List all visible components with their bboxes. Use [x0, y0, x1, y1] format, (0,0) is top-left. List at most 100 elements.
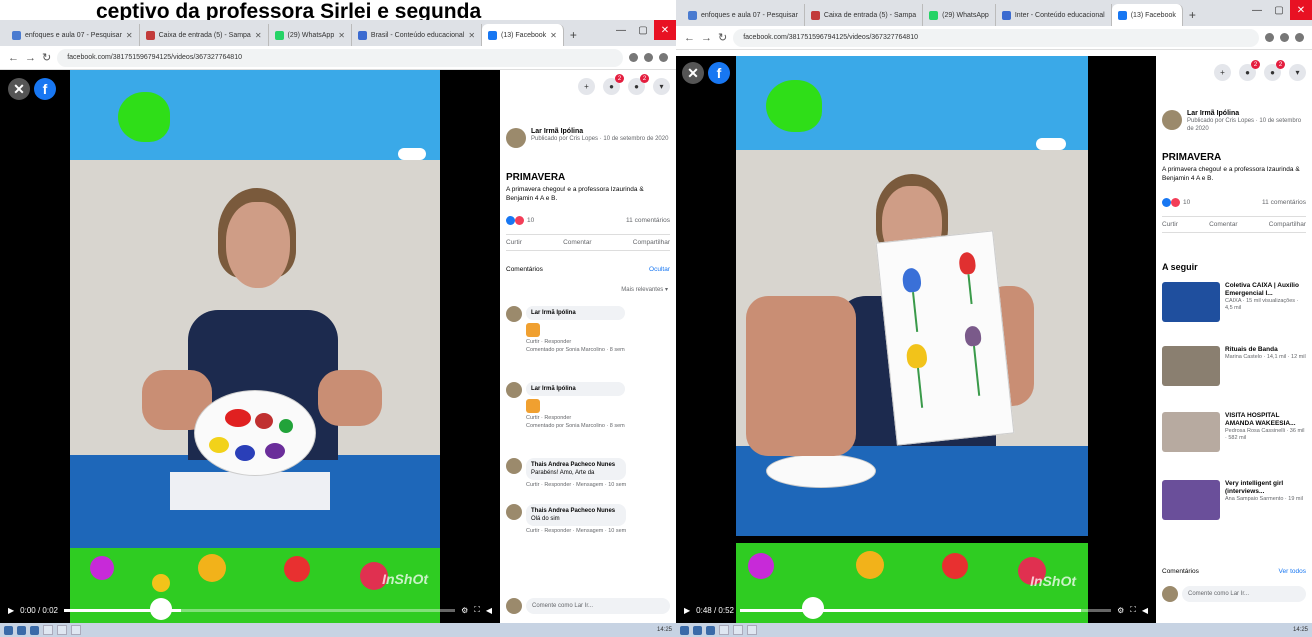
fullscreen-icon[interactable]: ⛶	[1130, 605, 1136, 615]
volume-icon[interactable]: ◀	[1142, 606, 1148, 615]
tab-mail[interactable]: Caixa de entrada (5) - Sampa ✕	[140, 24, 269, 46]
taskbar-app-icon[interactable]	[30, 625, 39, 635]
see-all-comments-link[interactable]: Ver todos	[1279, 568, 1306, 575]
avatar[interactable]	[506, 306, 522, 322]
new-tab-button[interactable]: +	[564, 24, 583, 46]
comment-reply[interactable]: Comentado por Sonia Marcolino · 8 sem	[526, 347, 625, 353]
share-button[interactable]: Compartilhar	[1269, 221, 1306, 228]
tab-whatsapp[interactable]: (29) WhatsApp ✕	[269, 24, 352, 46]
author-name[interactable]: Lar Irmã Ipólina	[531, 128, 668, 135]
reaction-count[interactable]: 10	[1183, 199, 1190, 206]
comment-button[interactable]: Comentar	[1209, 221, 1238, 228]
avatar[interactable]	[506, 504, 522, 520]
forward-icon[interactable]: →	[701, 32, 712, 44]
video-thumbnail[interactable]	[1162, 282, 1220, 322]
close-icon[interactable]: ✕	[682, 62, 704, 84]
tab-search[interactable]: enfoques e aula 07 - Pesquisar	[682, 4, 805, 26]
close-window-icon[interactable]: ✕	[1290, 0, 1312, 20]
menu-chevron-icon[interactable]: ▾	[653, 78, 670, 95]
taskbar-app-icon[interactable]	[706, 625, 715, 635]
extension-icon[interactable]	[644, 53, 653, 62]
tab-whatsapp[interactable]: (29) WhatsApp	[923, 4, 996, 26]
start-icon[interactable]	[4, 625, 13, 635]
taskbar-window[interactable]	[747, 625, 757, 635]
url-field[interactable]: facebook.com/381751596794125/videos/3673…	[57, 48, 623, 67]
video-thumbnail[interactable]	[1162, 412, 1220, 452]
like-button[interactable]: Curtir	[506, 239, 522, 246]
comment-button[interactable]: Comentar	[563, 239, 592, 246]
close-tab-icon[interactable]: ✕	[255, 31, 262, 40]
forward-icon[interactable]: →	[25, 52, 36, 64]
taskbar-window[interactable]	[733, 625, 743, 635]
facebook-logo-icon[interactable]: f	[708, 62, 730, 84]
reaction-count[interactable]: 10	[527, 217, 534, 224]
up-next-item[interactable]: Rituais de Banda Marina Castelo · 14,1 mi…	[1162, 346, 1306, 386]
new-tab-button[interactable]: +	[1183, 4, 1202, 26]
taskbar-window[interactable]	[43, 625, 53, 635]
comment-actions[interactable]: Curtir · Responder · Mensagem · 10 sem	[526, 528, 626, 534]
avatar[interactable]	[1162, 110, 1182, 130]
messenger-icon[interactable]: ● 2	[1239, 60, 1260, 81]
notifications-icon[interactable]: ● 2	[628, 74, 649, 95]
comment-actions[interactable]: Curtir · Responder	[526, 415, 625, 421]
tab-content[interactable]: Brasil - Conteúdo educacional ✕	[352, 24, 483, 46]
close-tab-icon[interactable]: ✕	[550, 31, 557, 40]
taskbar-window[interactable]	[57, 625, 67, 635]
close-tab-icon[interactable]: ✕	[468, 31, 475, 40]
taskbar-window[interactable]	[71, 625, 81, 635]
close-icon[interactable]: ✕	[8, 78, 30, 100]
extension-icon[interactable]	[1265, 33, 1274, 42]
comment-input[interactable]: Comente como Lar Ir...	[526, 598, 670, 614]
tab-facebook[interactable]: (13) Facebook ✕	[482, 24, 564, 46]
url-field[interactable]: facebook.com/381751596794125/videos/3673…	[733, 28, 1259, 47]
comment-author[interactable]: Lar Irmã Ipólina	[531, 309, 620, 317]
progress-bar[interactable]	[63, 608, 456, 612]
settings-icon[interactable]: ⚙	[461, 606, 468, 615]
fullscreen-icon[interactable]: ⛶	[474, 605, 480, 615]
comment-author[interactable]: Thais Andrea Pacheco Nunes	[531, 461, 621, 469]
tab-content[interactable]: Inter - Conteúdo educacional	[996, 4, 1112, 26]
plus-icon[interactable]: +	[1214, 64, 1231, 81]
up-next-title[interactable]: Very intelligent girl (interviews...	[1225, 480, 1306, 496]
video-thumbnail[interactable]	[1162, 480, 1220, 520]
video-thumbnail[interactable]	[1162, 346, 1220, 386]
comment-author[interactable]: Thais Andrea Pacheco Nunes	[531, 507, 621, 515]
comment-actions[interactable]: Curtir · Responder · Mensagem · 10 sem	[526, 482, 626, 488]
notifications-icon[interactable]: ● 2	[1264, 60, 1285, 81]
taskbar-app-icon[interactable]	[693, 625, 702, 635]
share-button[interactable]: Compartilhar	[633, 239, 670, 246]
profile-avatar[interactable]	[1295, 33, 1304, 42]
comment-reply[interactable]: Comentado por Sonia Marcolino · 8 sem	[526, 423, 625, 429]
back-icon[interactable]: ←	[8, 52, 19, 64]
reload-icon[interactable]: ↻	[42, 51, 51, 64]
avatar[interactable]	[506, 382, 522, 398]
comment-input[interactable]: Comente como Lar Ir...	[1182, 586, 1306, 602]
extension-icon[interactable]	[629, 53, 638, 62]
hide-comments-link[interactable]: Ocultar	[649, 266, 670, 273]
video-player[interactable]: InShOt ✕ f ▶ 0:48 / 0:52 ⚙ ⛶ ◀	[676, 56, 1156, 623]
close-tab-icon[interactable]: ✕	[126, 31, 133, 40]
progress-bar[interactable]	[739, 608, 1112, 612]
taskbar-app-icon[interactable]	[17, 625, 26, 635]
comments-count[interactable]: 11 comentários	[626, 217, 670, 224]
up-next-item[interactable]: Coletiva CAIXA | Auxílio Emergencial I..…	[1162, 282, 1306, 322]
up-next-item[interactable]: Very intelligent girl (interviews... Ana …	[1162, 480, 1306, 520]
comments-count[interactable]: 11 comentários	[1262, 199, 1306, 206]
comment-author[interactable]: Lar Irmã Ipólina	[531, 385, 620, 393]
minimize-icon[interactable]: —	[1246, 0, 1268, 20]
maximize-icon[interactable]: ▢	[1268, 0, 1290, 20]
sort-dropdown[interactable]: Mais relevantes ▾	[621, 286, 668, 293]
minimize-icon[interactable]: —	[610, 20, 632, 40]
messenger-icon[interactable]: ● 2	[603, 74, 624, 95]
comment-actions[interactable]: Curtir · Responder	[526, 339, 625, 345]
volume-icon[interactable]: ◀	[486, 606, 492, 615]
up-next-title[interactable]: VISITA HOSPITAL AMANDA WAKEESIA...	[1225, 412, 1306, 428]
tab-facebook[interactable]: (13) Facebook	[1111, 4, 1183, 26]
settings-icon[interactable]: ⚙	[1117, 606, 1124, 615]
facebook-logo-icon[interactable]: f	[34, 78, 56, 100]
up-next-item[interactable]: VISITA HOSPITAL AMANDA WAKEESIA... Pedros…	[1162, 412, 1306, 452]
close-window-icon[interactable]: ✕	[654, 20, 676, 40]
extension-icon[interactable]	[1280, 33, 1289, 42]
start-icon[interactable]	[680, 625, 689, 635]
taskbar-window[interactable]	[719, 625, 729, 635]
